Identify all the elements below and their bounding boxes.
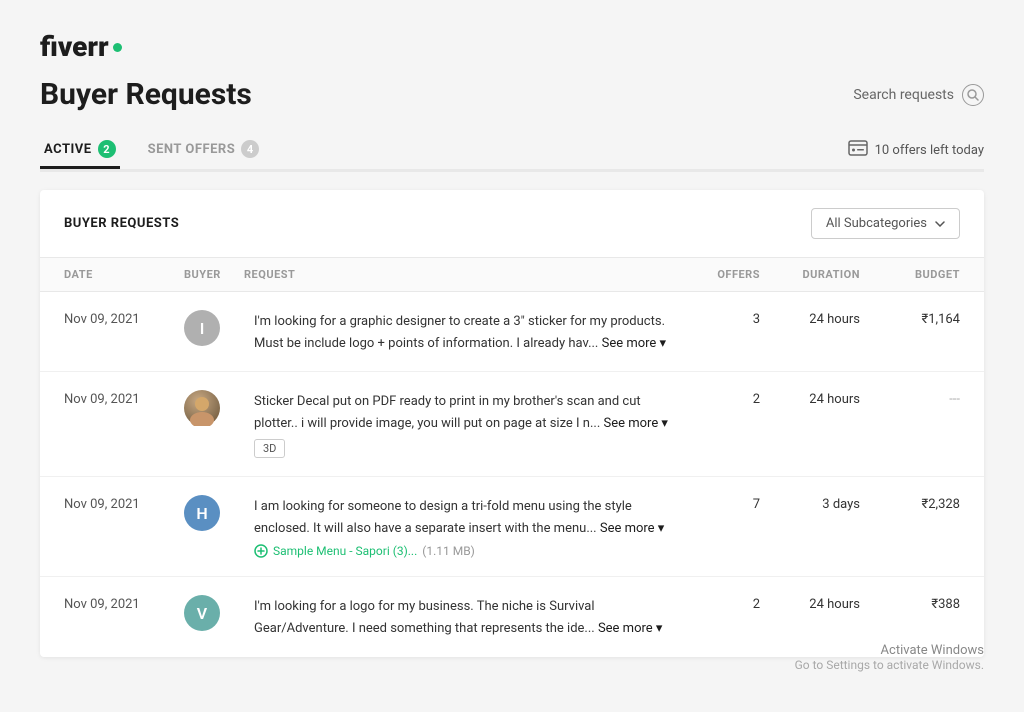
row2-date: Nov 09, 2021 xyxy=(64,390,184,407)
logo-dot xyxy=(113,43,122,52)
card-header: BUYER REQUESTS All Subcategories xyxy=(40,190,984,258)
row3-date: Nov 09, 2021 xyxy=(64,495,184,512)
col-date: DATE xyxy=(64,268,184,281)
row4-budget: ₹388 xyxy=(860,595,960,612)
row2-tag: 3D xyxy=(254,439,285,458)
watermark-title: Activate Windows xyxy=(795,643,984,658)
avatar: H xyxy=(184,495,220,531)
fiverr-logo: fiverr xyxy=(40,30,984,63)
row4-request-cell: I'm looking for a logo for my business. … xyxy=(244,595,680,638)
page-wrapper: fiverr Buyer Requests Search requests AC… xyxy=(0,0,1024,712)
avatar xyxy=(184,390,220,426)
row1-see-more[interactable]: See more ▾ xyxy=(602,336,666,351)
row4-duration: 24 hours xyxy=(760,595,860,612)
row1-avatar: I xyxy=(184,310,244,346)
row2-offers: 2 xyxy=(680,390,760,407)
tab-sent-offers-label: SENT OFFERS xyxy=(148,142,236,157)
row2-request-text: Sticker Decal put on PDF ready to print … xyxy=(254,394,641,431)
row2-duration: 24 hours xyxy=(760,390,860,407)
row1-request-cell: I'm looking for a graphic designer to cr… xyxy=(244,310,680,353)
tab-active-label: ACTIVE xyxy=(44,142,92,157)
windows-watermark: Activate Windows Go to Settings to activ… xyxy=(795,643,984,672)
subcategory-dropdown[interactable]: All Subcategories xyxy=(811,208,960,239)
tabs-row: ACTIVE 2 SENT OFFERS 4 10 offers left to… xyxy=(40,132,984,169)
row4-request-text: I'm looking for a logo for my business. … xyxy=(254,599,598,636)
tab-sent-offers[interactable]: SENT OFFERS 4 xyxy=(144,132,264,169)
row2-see-more[interactable]: See more ▾ xyxy=(603,416,667,431)
offers-left-text: 10 offers left today xyxy=(875,143,984,158)
table-header: DATE BUYER REQUEST OFFERS DURATION BUDGE… xyxy=(40,258,984,292)
table-row: Nov 09, 2021 Sticker Decal put on PDF re… xyxy=(40,372,984,477)
row3-attachment-size: (1.11 MB) xyxy=(422,544,475,558)
row2-avatar xyxy=(184,390,244,426)
tabs: ACTIVE 2 SENT OFFERS 4 xyxy=(40,132,287,169)
table-row: Nov 09, 2021 H I am looking for someone … xyxy=(40,477,984,577)
row2-budget: --- xyxy=(860,390,960,407)
logo-text: fiverr xyxy=(40,30,109,63)
search-requests-button[interactable]: Search requests xyxy=(853,84,984,106)
page-header: Buyer Requests Search requests xyxy=(40,77,984,112)
avatar: I xyxy=(184,310,220,346)
watermark-subtitle: Go to Settings to activate Windows. xyxy=(795,658,984,672)
col-offers: OFFERS xyxy=(680,268,760,281)
row1-offers: 3 xyxy=(680,310,760,327)
avatar: V xyxy=(184,595,220,631)
tab-active-badge: 2 xyxy=(98,140,116,158)
col-request: REQUEST xyxy=(244,268,680,281)
row4-offers: 2 xyxy=(680,595,760,612)
col-buyer: BUYER xyxy=(184,268,244,281)
offers-icon xyxy=(848,140,868,161)
search-icon xyxy=(962,84,984,106)
tab-sent-offers-badge: 4 xyxy=(241,140,259,158)
subcategory-label: All Subcategories xyxy=(826,216,927,231)
search-label: Search requests xyxy=(853,87,954,103)
col-budget: BUDGET xyxy=(860,268,960,281)
row4-see-more[interactable]: See more ▾ xyxy=(598,621,662,636)
row3-request-text: I am looking for someone to design a tri… xyxy=(254,499,632,536)
card-title: BUYER REQUESTS xyxy=(64,216,179,231)
row1-budget: ₹1,164 xyxy=(860,310,960,327)
table-row: Nov 09, 2021 I I'm looking for a graphic… xyxy=(40,292,984,372)
row3-request-cell: I am looking for someone to design a tri… xyxy=(244,495,680,558)
tab-divider xyxy=(40,169,984,172)
offers-left: 10 offers left today xyxy=(848,140,984,161)
page-title: Buyer Requests xyxy=(40,77,252,112)
row2-request-cell: Sticker Decal put on PDF ready to print … xyxy=(244,390,680,458)
col-duration: DURATION xyxy=(760,268,860,281)
row1-date: Nov 09, 2021 xyxy=(64,310,184,327)
row3-attachment[interactable]: Sample Menu - Sapori (3)... (1.11 MB) xyxy=(254,544,670,558)
main-card: BUYER REQUESTS All Subcategories DATE BU… xyxy=(40,190,984,657)
row4-avatar: V xyxy=(184,595,244,631)
row3-duration: 3 days xyxy=(760,495,860,512)
row3-see-more[interactable]: See more ▾ xyxy=(600,521,664,536)
row3-budget: ₹2,328 xyxy=(860,495,960,512)
row3-attachment-name: Sample Menu - Sapori (3)... xyxy=(273,544,417,558)
row1-duration: 24 hours xyxy=(760,310,860,327)
row3-offers: 7 xyxy=(680,495,760,512)
row3-avatar: H xyxy=(184,495,244,531)
row4-date: Nov 09, 2021 xyxy=(64,595,184,612)
tab-active[interactable]: ACTIVE 2 xyxy=(40,132,120,169)
